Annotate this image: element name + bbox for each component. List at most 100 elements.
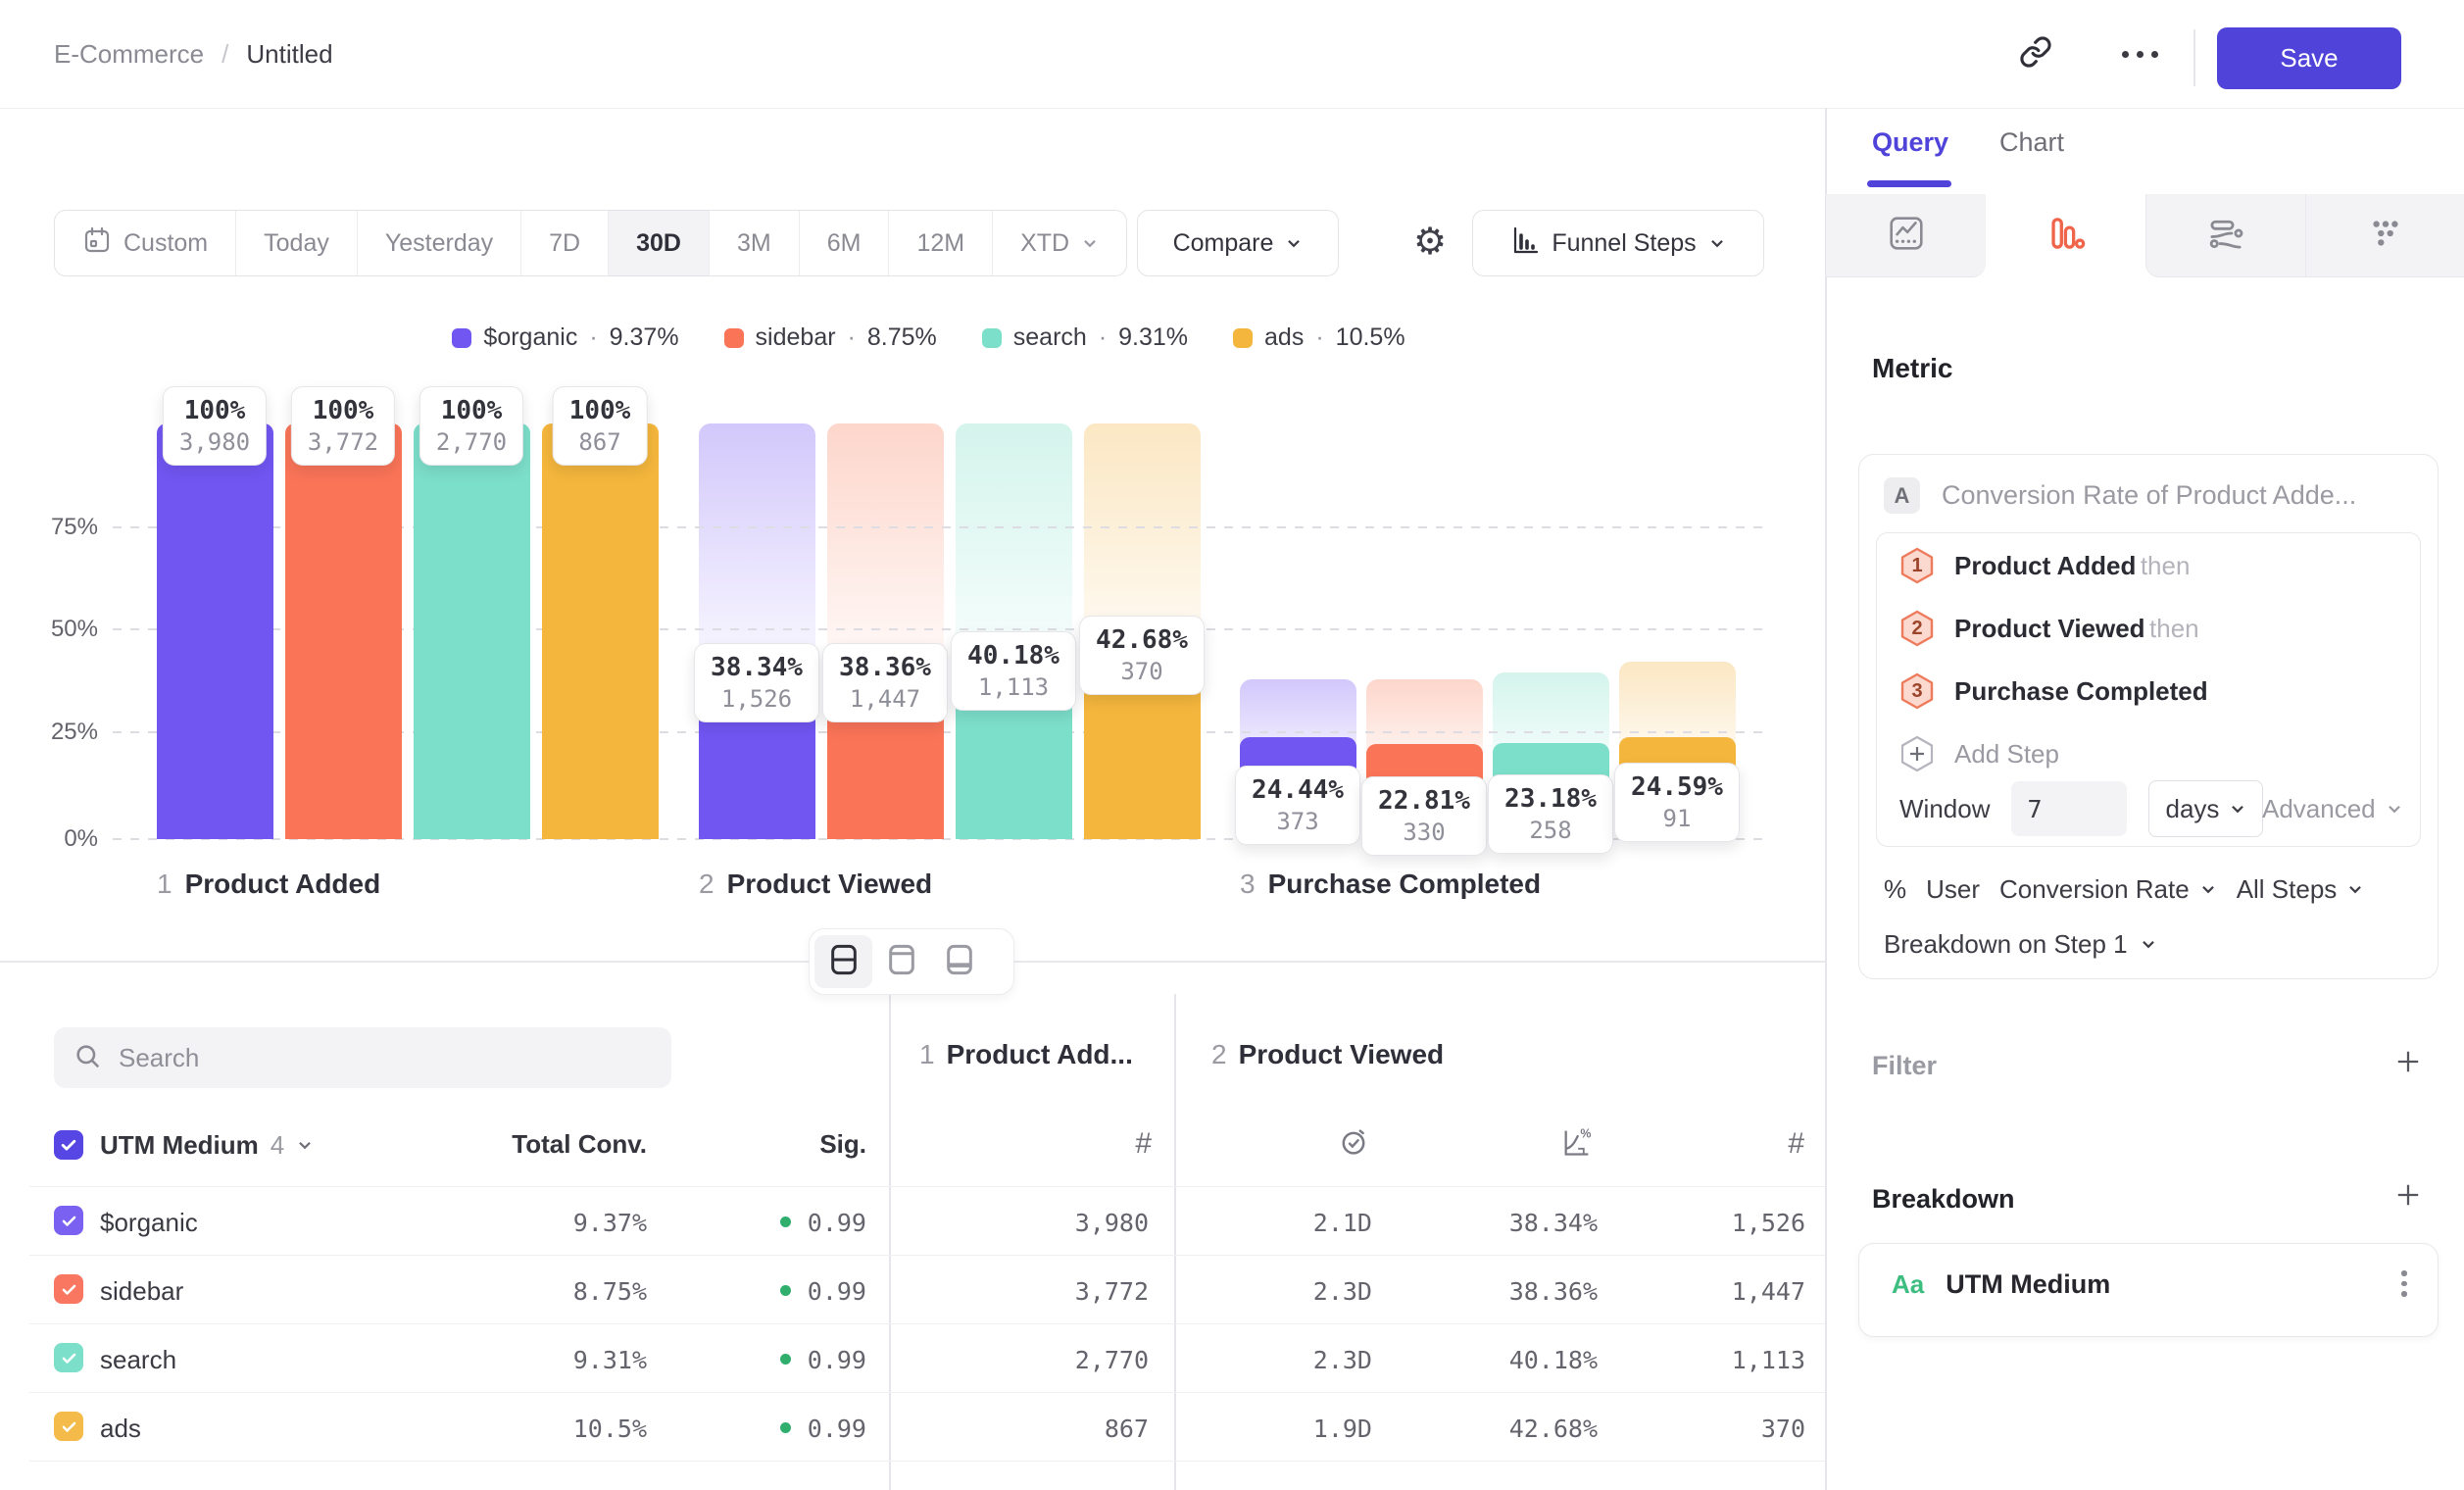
calendar-icon [82, 225, 112, 262]
funnel-bar[interactable] [542, 423, 659, 839]
chevron-down-icon [1285, 234, 1303, 252]
measure-user[interactable]: User [1926, 874, 1980, 905]
bar-value-tooltip: 100%3,772 [291, 386, 395, 466]
date-range-custom[interactable]: Custom [55, 211, 236, 275]
legend-item[interactable]: ads · 10.5% [1233, 323, 1405, 352]
count-column-icon[interactable]: # [1731, 1127, 1804, 1161]
advanced-toggle[interactable]: Advanced [2262, 781, 2403, 836]
plus-icon [2391, 1178, 2425, 1212]
breadcrumb-current[interactable]: Untitled [246, 39, 332, 70]
funnel-report-page: E-Commerce / Untitled Save [0, 0, 2464, 1490]
layout-toggle-group [809, 928, 1014, 995]
significance-dot [780, 1422, 791, 1433]
layout-chart-view-button[interactable] [872, 935, 930, 988]
add-step-hexagon-icon [1899, 734, 1935, 773]
measure-all-steps-select[interactable]: All Steps [2237, 874, 2365, 905]
tab-funnels-selected[interactable] [1986, 194, 2145, 277]
metric-title-row[interactable]: A Conversion Rate of Product Adde... [1884, 477, 2356, 514]
measure-conversion-rate-select[interactable]: Conversion Rate [1999, 874, 2217, 905]
date-range-yesterday[interactable]: Yesterday [358, 211, 521, 275]
tab-chart[interactable]: Chart [1999, 127, 2064, 158]
row-checkbox[interactable] [54, 1274, 83, 1304]
funnel-bar[interactable] [157, 423, 273, 839]
legend-swatch [452, 328, 471, 348]
table-column-divider [1174, 994, 1176, 1490]
funnel-bar[interactable] [414, 423, 530, 839]
funnel-bar[interactable] [285, 423, 402, 839]
row-checkbox[interactable] [54, 1343, 83, 1372]
legend-swatch [1233, 328, 1253, 348]
legend-item[interactable]: sidebar · 8.75% [724, 323, 937, 352]
window-unit-select[interactable]: days [2148, 780, 2263, 837]
row-checkbox[interactable] [54, 1206, 83, 1235]
table-step2-header[interactable]: 2 Product Viewed [1211, 1039, 1444, 1070]
top-panel-view-icon [887, 943, 916, 981]
add-step-button[interactable]: Add Step [1899, 734, 2059, 773]
measure-pct[interactable]: % [1884, 874, 1906, 905]
top-bar: E-Commerce / Untitled Save [0, 0, 2464, 109]
metric-title: Conversion Rate of Product Adde... [1942, 480, 2356, 511]
layout-split-view-button[interactable] [814, 935, 872, 988]
legend-swatch [724, 328, 744, 348]
step-number-hexagon-icon: 2 [1899, 609, 1935, 648]
funnel-step-label[interactable]: 3 Purchase Completed [1240, 869, 1541, 900]
measurement-row: % User Conversion Rate All Steps [1884, 870, 2364, 908]
step-number-hexagon-icon: 3 [1899, 671, 1935, 711]
breakdown-item-menu-button[interactable] [2401, 1270, 2407, 1297]
row-checkbox[interactable] [54, 1412, 83, 1441]
count-column-icon[interactable]: # [1078, 1127, 1152, 1161]
layout-table-view-button[interactable] [930, 935, 988, 988]
search-input[interactable] [117, 1042, 652, 1074]
sig-column-header[interactable]: Sig. [729, 1129, 866, 1160]
compare-button[interactable]: Compare [1137, 210, 1339, 276]
bar-value-tooltip: 100%3,980 [163, 386, 267, 466]
significance-dot [780, 1217, 791, 1227]
tab-insights[interactable] [1826, 194, 1986, 277]
date-range-today[interactable]: Today [236, 211, 358, 275]
legend-item[interactable]: $organic · 9.37% [452, 323, 678, 352]
breadcrumb-parent[interactable]: E-Commerce [54, 39, 204, 70]
date-range-xtd[interactable]: XTD [993, 211, 1126, 275]
date-range-30d-selected[interactable]: 30D [609, 211, 710, 275]
select-all-checkbox[interactable] [54, 1130, 83, 1160]
time-to-convert-icon[interactable] [1337, 1125, 1370, 1164]
copy-link-button[interactable] [2005, 24, 2066, 84]
window-value-input[interactable] [2011, 781, 2127, 836]
query-step-1[interactable]: 1 Product Added then [1899, 546, 2190, 585]
breakdown-on-step-select[interactable]: Breakdown on Step 1 [1884, 925, 2157, 963]
tab-flows[interactable] [2145, 194, 2305, 277]
add-filter-button[interactable] [2391, 1045, 2425, 1083]
chart-settings-button[interactable]: ⚙ [1396, 210, 1464, 274]
chevron-down-icon [2229, 800, 2246, 818]
legend-item[interactable]: search · 9.31% [982, 323, 1188, 352]
more-options-button[interactable] [2107, 24, 2172, 84]
y-axis-tick: 75% [29, 514, 98, 541]
conversion-rate-column-icon[interactable]: % [1560, 1125, 1594, 1164]
query-step-2[interactable]: 2 Product Viewed then [1899, 609, 2199, 648]
breakdown-heading: Breakdown [1872, 1184, 2015, 1215]
date-range-6m[interactable]: 6M [800, 211, 890, 275]
insights-chart-icon [1887, 214, 1926, 258]
tab-query[interactable]: Query [1872, 127, 1948, 158]
chart-legend: $organic · 9.37% sidebar · 8.75% search … [93, 323, 1764, 352]
date-range-3m[interactable]: 3M [710, 211, 800, 275]
group-column-header[interactable]: UTM Medium 4 [100, 1127, 314, 1163]
conversion-window-row: Window days [1899, 781, 2263, 836]
date-range-12m[interactable]: 12M [889, 211, 993, 275]
gear-icon: ⚙ [1413, 224, 1447, 261]
save-button[interactable]: Save [2217, 27, 2401, 89]
add-breakdown-button[interactable] [2391, 1178, 2425, 1217]
query-step-3[interactable]: 3 Purchase Completed [1899, 671, 2208, 711]
chart-type-button[interactable]: Funnel Steps [1472, 210, 1764, 276]
significance-dot [780, 1354, 791, 1365]
tab-retention[interactable] [2305, 194, 2464, 277]
bar-value-tooltip: 24.44%373 [1235, 766, 1360, 845]
total-conv-column-header[interactable]: Total Conv. [451, 1129, 647, 1160]
table-step1-header[interactable]: 1 Product Add... [919, 1039, 1133, 1070]
date-range-7d[interactable]: 7D [521, 211, 609, 275]
funnel-step-label[interactable]: 2 Product Viewed [699, 869, 932, 900]
funnel-step-label[interactable]: 1 Product Added [157, 869, 380, 900]
table-search[interactable] [54, 1027, 671, 1088]
row-divider [29, 1186, 1825, 1187]
breakdown-item-name: UTM Medium [1946, 1269, 2110, 1300]
